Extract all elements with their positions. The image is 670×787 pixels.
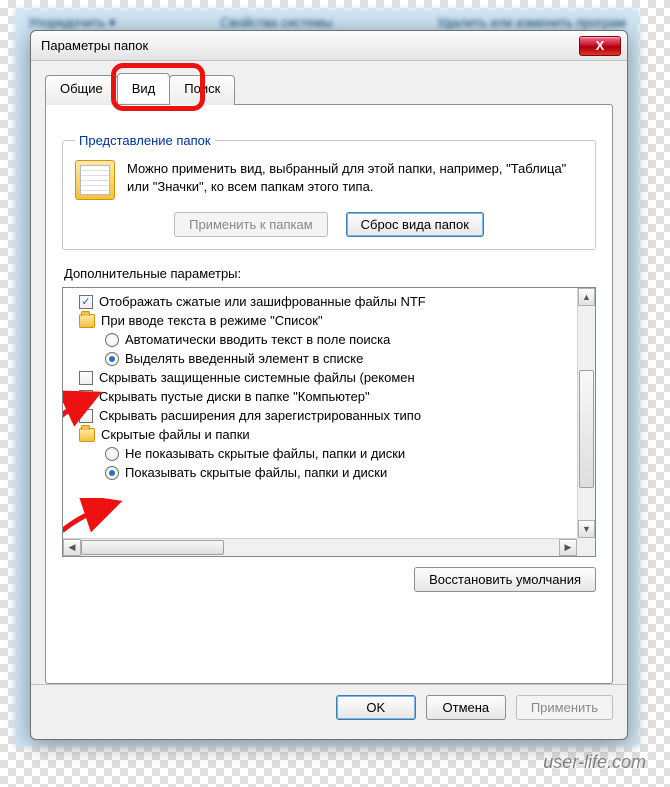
tree-item[interactable]: Не показывать скрытые файлы, папки и дис… [65, 444, 575, 463]
checkbox-icon[interactable]: ✓ [79, 390, 93, 404]
tab-area: Общие Вид Поиск Представление папок Можн… [31, 61, 627, 684]
bg-menu-item: Удалить или изменить програм [437, 15, 626, 31]
tree-item[interactable]: Скрывать защищенные системные файлы (рек… [65, 368, 575, 387]
apply-button[interactable]: Применить [516, 695, 613, 720]
tree-item-label: Отображать сжатые или зашифрованные файл… [99, 294, 426, 309]
vertical-scrollbar[interactable]: ▲ ▼ [577, 288, 595, 538]
tree-item[interactable]: Скрывать расширения для зарегистрированн… [65, 406, 575, 425]
scroll-up-button[interactable]: ▲ [578, 288, 595, 306]
apply-to-folders-button[interactable]: Применить к папкам [174, 212, 328, 237]
advanced-settings-label: Дополнительные параметры: [64, 266, 596, 281]
checkbox-icon[interactable] [79, 371, 93, 385]
scroll-thumb[interactable] [579, 370, 594, 488]
restore-defaults-button[interactable]: Восстановить умолчания [414, 567, 596, 592]
background-menu: Упорядочить ▾ Свойства системы Удалить и… [28, 15, 626, 31]
tree-item-label: При вводе текста в режиме "Список" [101, 313, 323, 328]
tree-item-label: Скрывать пустые диски в папке "Компьютер… [99, 389, 370, 404]
scroll-track-h[interactable] [81, 539, 559, 556]
tab-panel-view: Представление папок Можно применить вид,… [45, 104, 613, 684]
watermark: user-life.com [543, 752, 646, 773]
folder-views-legend: Представление папок [75, 133, 215, 148]
dialog-footer: OK Отмена Применить [31, 684, 627, 730]
tree-item-label: Скрывать защищенные системные файлы (рек… [99, 370, 415, 385]
tree-item-label: Скрытые файлы и папки [101, 427, 250, 442]
scrollbar-corner [577, 538, 595, 556]
tree-item[interactable]: Выделять введенный элемент в списке [65, 349, 575, 368]
tree-item: Скрытые файлы и папки [65, 425, 575, 444]
bg-menu-item: Упорядочить ▾ [28, 15, 116, 31]
scroll-right-button[interactable]: ▶ [559, 539, 577, 556]
radio-icon[interactable] [105, 333, 119, 347]
folder-views-group: Представление папок Можно применить вид,… [62, 133, 596, 250]
tree-item-label: Выделять введенный элемент в списке [125, 351, 363, 366]
tree-item[interactable]: ✓ Отображать сжатые или зашифрованные фай… [65, 292, 575, 311]
radio-icon[interactable] [105, 466, 119, 480]
checkbox-icon[interactable]: ✓ [79, 295, 93, 309]
tree-item: При вводе текста в режиме "Список" [65, 311, 575, 330]
folder-sample-icon [75, 160, 115, 200]
dialog-title: Параметры папок [41, 38, 579, 53]
tab-general[interactable]: Общие [45, 75, 118, 105]
horizontal-scrollbar[interactable]: ◀ ▶ [63, 538, 577, 556]
folder-icon [79, 428, 95, 442]
titlebar[interactable]: Параметры папок X [31, 31, 627, 61]
advanced-settings-tree[interactable]: ✓ Отображать сжатые или зашифрованные фай… [62, 287, 596, 557]
cancel-button[interactable]: Отмена [426, 695, 506, 720]
close-icon: X [596, 38, 605, 53]
tab-strip: Общие Вид Поиск [45, 75, 613, 105]
tree-item-label: Автоматически вводить текст в поле поиск… [125, 332, 390, 347]
reset-folders-button[interactable]: Сброс вида папок [346, 212, 484, 237]
tree-item[interactable]: Показывать скрытые файлы, папки и диски [65, 463, 575, 482]
scroll-left-button[interactable]: ◀ [63, 539, 81, 556]
folder-options-dialog: Параметры папок X Общие Вид Поиск Предст… [30, 30, 628, 740]
folder-icon [79, 314, 95, 328]
tree-viewport: ✓ Отображать сжатые или зашифрованные фай… [63, 288, 577, 538]
radio-icon[interactable] [105, 447, 119, 461]
radio-icon[interactable] [105, 352, 119, 366]
scroll-thumb-h[interactable] [81, 540, 224, 555]
scroll-down-button[interactable]: ▼ [578, 520, 595, 538]
tree-item-label: Скрывать расширения для зарегистрированн… [99, 408, 421, 423]
tree-item[interactable]: Автоматически вводить текст в поле поиск… [65, 330, 575, 349]
folder-views-description: Можно применить вид, выбранный для этой … [127, 160, 583, 195]
tree-item[interactable]: ✓ Скрывать пустые диски в папке "Компьюте… [65, 387, 575, 406]
tab-search[interactable]: Поиск [169, 75, 235, 105]
tab-view[interactable]: Вид [117, 73, 171, 103]
scroll-track[interactable] [578, 306, 595, 520]
close-button[interactable]: X [579, 36, 621, 56]
ok-button[interactable]: OK [336, 695, 416, 720]
tree-item-label: Показывать скрытые файлы, папки и диски [125, 465, 387, 480]
tree-item-label: Не показывать скрытые файлы, папки и дис… [125, 446, 405, 461]
bg-menu-item: Свойства системы [220, 15, 332, 31]
checkbox-icon[interactable] [79, 409, 93, 423]
